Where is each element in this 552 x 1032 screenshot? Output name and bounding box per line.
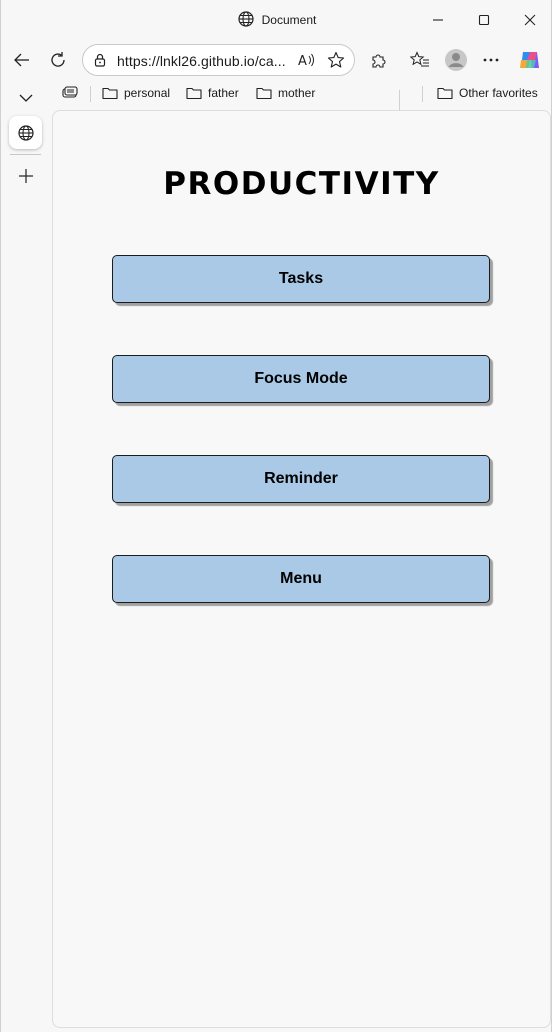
- extensions-icon: [372, 54, 386, 68]
- profile-button[interactable]: [440, 44, 472, 76]
- profile-icon: [445, 49, 467, 71]
- minimize-button[interactable]: [415, 0, 461, 40]
- add-tab-icon: [19, 169, 33, 183]
- page-viewport: PRODUCTIVITY Tasks Focus Mode Reminder M…: [52, 110, 551, 1028]
- address-bar[interactable]: https://lnkl26.github.io/ca... A: [82, 44, 355, 76]
- refresh-icon: [51, 52, 65, 67]
- favorite-folder-father[interactable]: father: [186, 86, 239, 100]
- globe-tab-icon: [17, 124, 34, 141]
- back-icon: [14, 53, 29, 67]
- more-icon: [483, 58, 499, 62]
- folder-icon: [256, 87, 272, 100]
- favorite-folder-personal[interactable]: personal: [102, 86, 170, 100]
- favorites-divider: [90, 86, 91, 102]
- title-bar: Document: [1, 0, 552, 40]
- active-tab[interactable]: [9, 116, 42, 149]
- window-title: Document: [238, 10, 317, 30]
- focus-mode-button[interactable]: Focus Mode: [112, 355, 490, 403]
- tab-actions-chevron-icon: [19, 94, 33, 102]
- window-title-text: Document: [261, 13, 317, 27]
- close-icon: [524, 14, 536, 26]
- copilot-icon: [520, 52, 539, 68]
- reminder-button[interactable]: Reminder: [112, 455, 490, 503]
- menu-button[interactable]: Menu: [112, 555, 490, 603]
- back-button[interactable]: [6, 44, 38, 76]
- favorite-label: father: [208, 86, 239, 100]
- address-toolbar: https://lnkl26.github.io/ca... A: [1, 40, 552, 110]
- folder-icon: [102, 87, 118, 100]
- browser-window: Document https://lnkl26.github.io/ca... …: [0, 0, 552, 1032]
- favorite-label: mother: [278, 86, 316, 100]
- other-favorites-label: Other favorites: [459, 86, 538, 100]
- maximize-icon: [478, 14, 490, 26]
- tasks-button[interactable]: Tasks: [112, 255, 490, 303]
- new-tab-button[interactable]: [14, 164, 38, 188]
- folder-icon: [437, 87, 453, 100]
- extensions-button[interactable]: [363, 44, 395, 76]
- url-text[interactable]: https://lnkl26.github.io/ca...: [117, 53, 286, 69]
- favorite-folder-mother[interactable]: mother: [256, 86, 315, 100]
- folder-icon: [186, 87, 202, 100]
- vertical-tabs-sidebar: [1, 108, 51, 1032]
- read-aloud-icon[interactable]: A: [297, 52, 315, 73]
- favorites-button[interactable]: [404, 44, 436, 76]
- reading-list-button[interactable]: [62, 86, 78, 100]
- lock-icon[interactable]: [93, 53, 107, 72]
- tab-actions-button[interactable]: [14, 88, 38, 108]
- sidebar-divider: [10, 154, 41, 155]
- maximize-button[interactable]: [461, 0, 507, 40]
- more-button[interactable]: [475, 44, 507, 76]
- window-controls: [415, 0, 552, 40]
- page-title: PRODUCTIVITY: [163, 166, 440, 202]
- svg-text:A: A: [298, 54, 307, 68]
- favorites-icon: [410, 51, 429, 67]
- favorites-divider: [422, 86, 423, 102]
- copilot-button[interactable]: [514, 44, 546, 76]
- favorite-label: personal: [124, 86, 171, 100]
- close-window-button[interactable]: [507, 0, 552, 40]
- minimize-icon: [433, 19, 443, 21]
- favorite-star-icon[interactable]: [327, 51, 345, 74]
- refresh-button[interactable]: [42, 44, 74, 76]
- reading-list-icon: [62, 86, 78, 98]
- globe-icon: [238, 10, 254, 30]
- other-favorites-folder[interactable]: Other favorites: [437, 86, 538, 100]
